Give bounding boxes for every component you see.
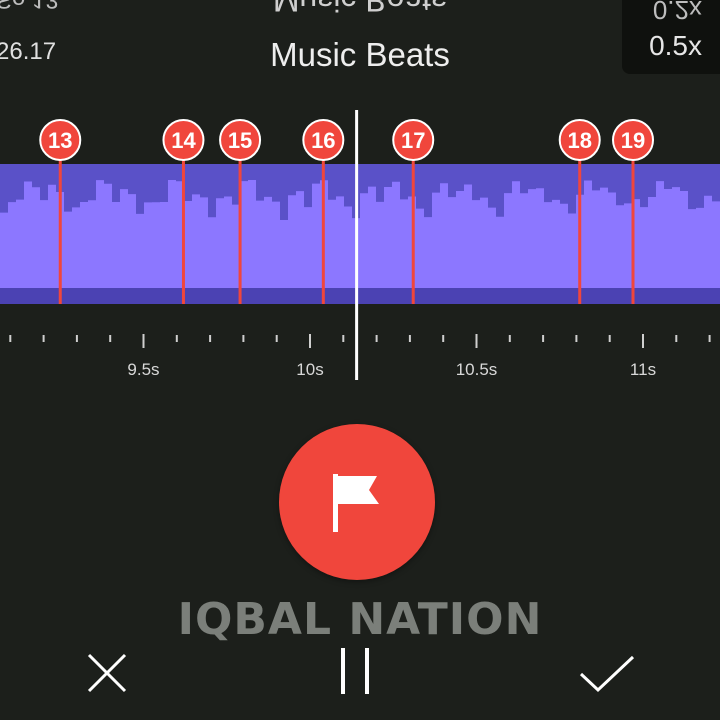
title-reflection: Music Beats	[272, 0, 448, 18]
waveform-timeline[interactable]: 13 14 15 16 17 18 19	[0, 110, 720, 390]
check-icon[interactable]	[578, 654, 636, 694]
ruler-label: 11s	[629, 360, 657, 379]
marker-number: 14	[171, 128, 196, 153]
marker-number: 15	[228, 128, 252, 153]
ruler-label: 9.5s	[127, 360, 160, 379]
beat-marker-17[interactable]: 17	[392, 119, 435, 161]
marker-number: 13	[48, 128, 72, 153]
add-marker-button[interactable]	[279, 424, 435, 580]
pause-icon[interactable]	[338, 646, 374, 696]
beat-marker-13[interactable]: 13	[39, 119, 82, 161]
speed-option-ghost: 0.2x	[652, 0, 702, 25]
marker-number: 17	[401, 128, 425, 153]
waveform-bottom-band	[0, 288, 720, 304]
waveform-amplitude	[0, 179, 720, 304]
flag-icon	[333, 474, 379, 532]
speed-selector[interactable]: 0.2x 0.5x	[622, 0, 720, 74]
header: Music Beats Music Beats	[0, 0, 720, 73]
beat-marker-19[interactable]: 19	[612, 119, 655, 161]
beat-marker-16[interactable]: 16	[302, 119, 345, 161]
close-icon[interactable]	[86, 652, 128, 694]
speed-value[interactable]: 0.5x	[649, 30, 702, 62]
page-title: Music Beats	[270, 36, 450, 73]
ruler-label: 10.5s	[455, 360, 498, 379]
marker-number: 16	[311, 128, 335, 153]
ruler-label: 10s	[296, 360, 324, 379]
beat-marker-18[interactable]: 18	[558, 119, 601, 161]
beat-marker-15[interactable]: 15	[219, 119, 262, 161]
beat-marker-14[interactable]: 14	[162, 119, 205, 161]
marker-number: 18	[567, 128, 591, 153]
time-ruler-labels: 9.5s 10s 10.5s 11s	[0, 360, 720, 390]
marker-number: 19	[621, 128, 645, 153]
watermark-text: IQBAL NATION	[177, 594, 543, 645]
